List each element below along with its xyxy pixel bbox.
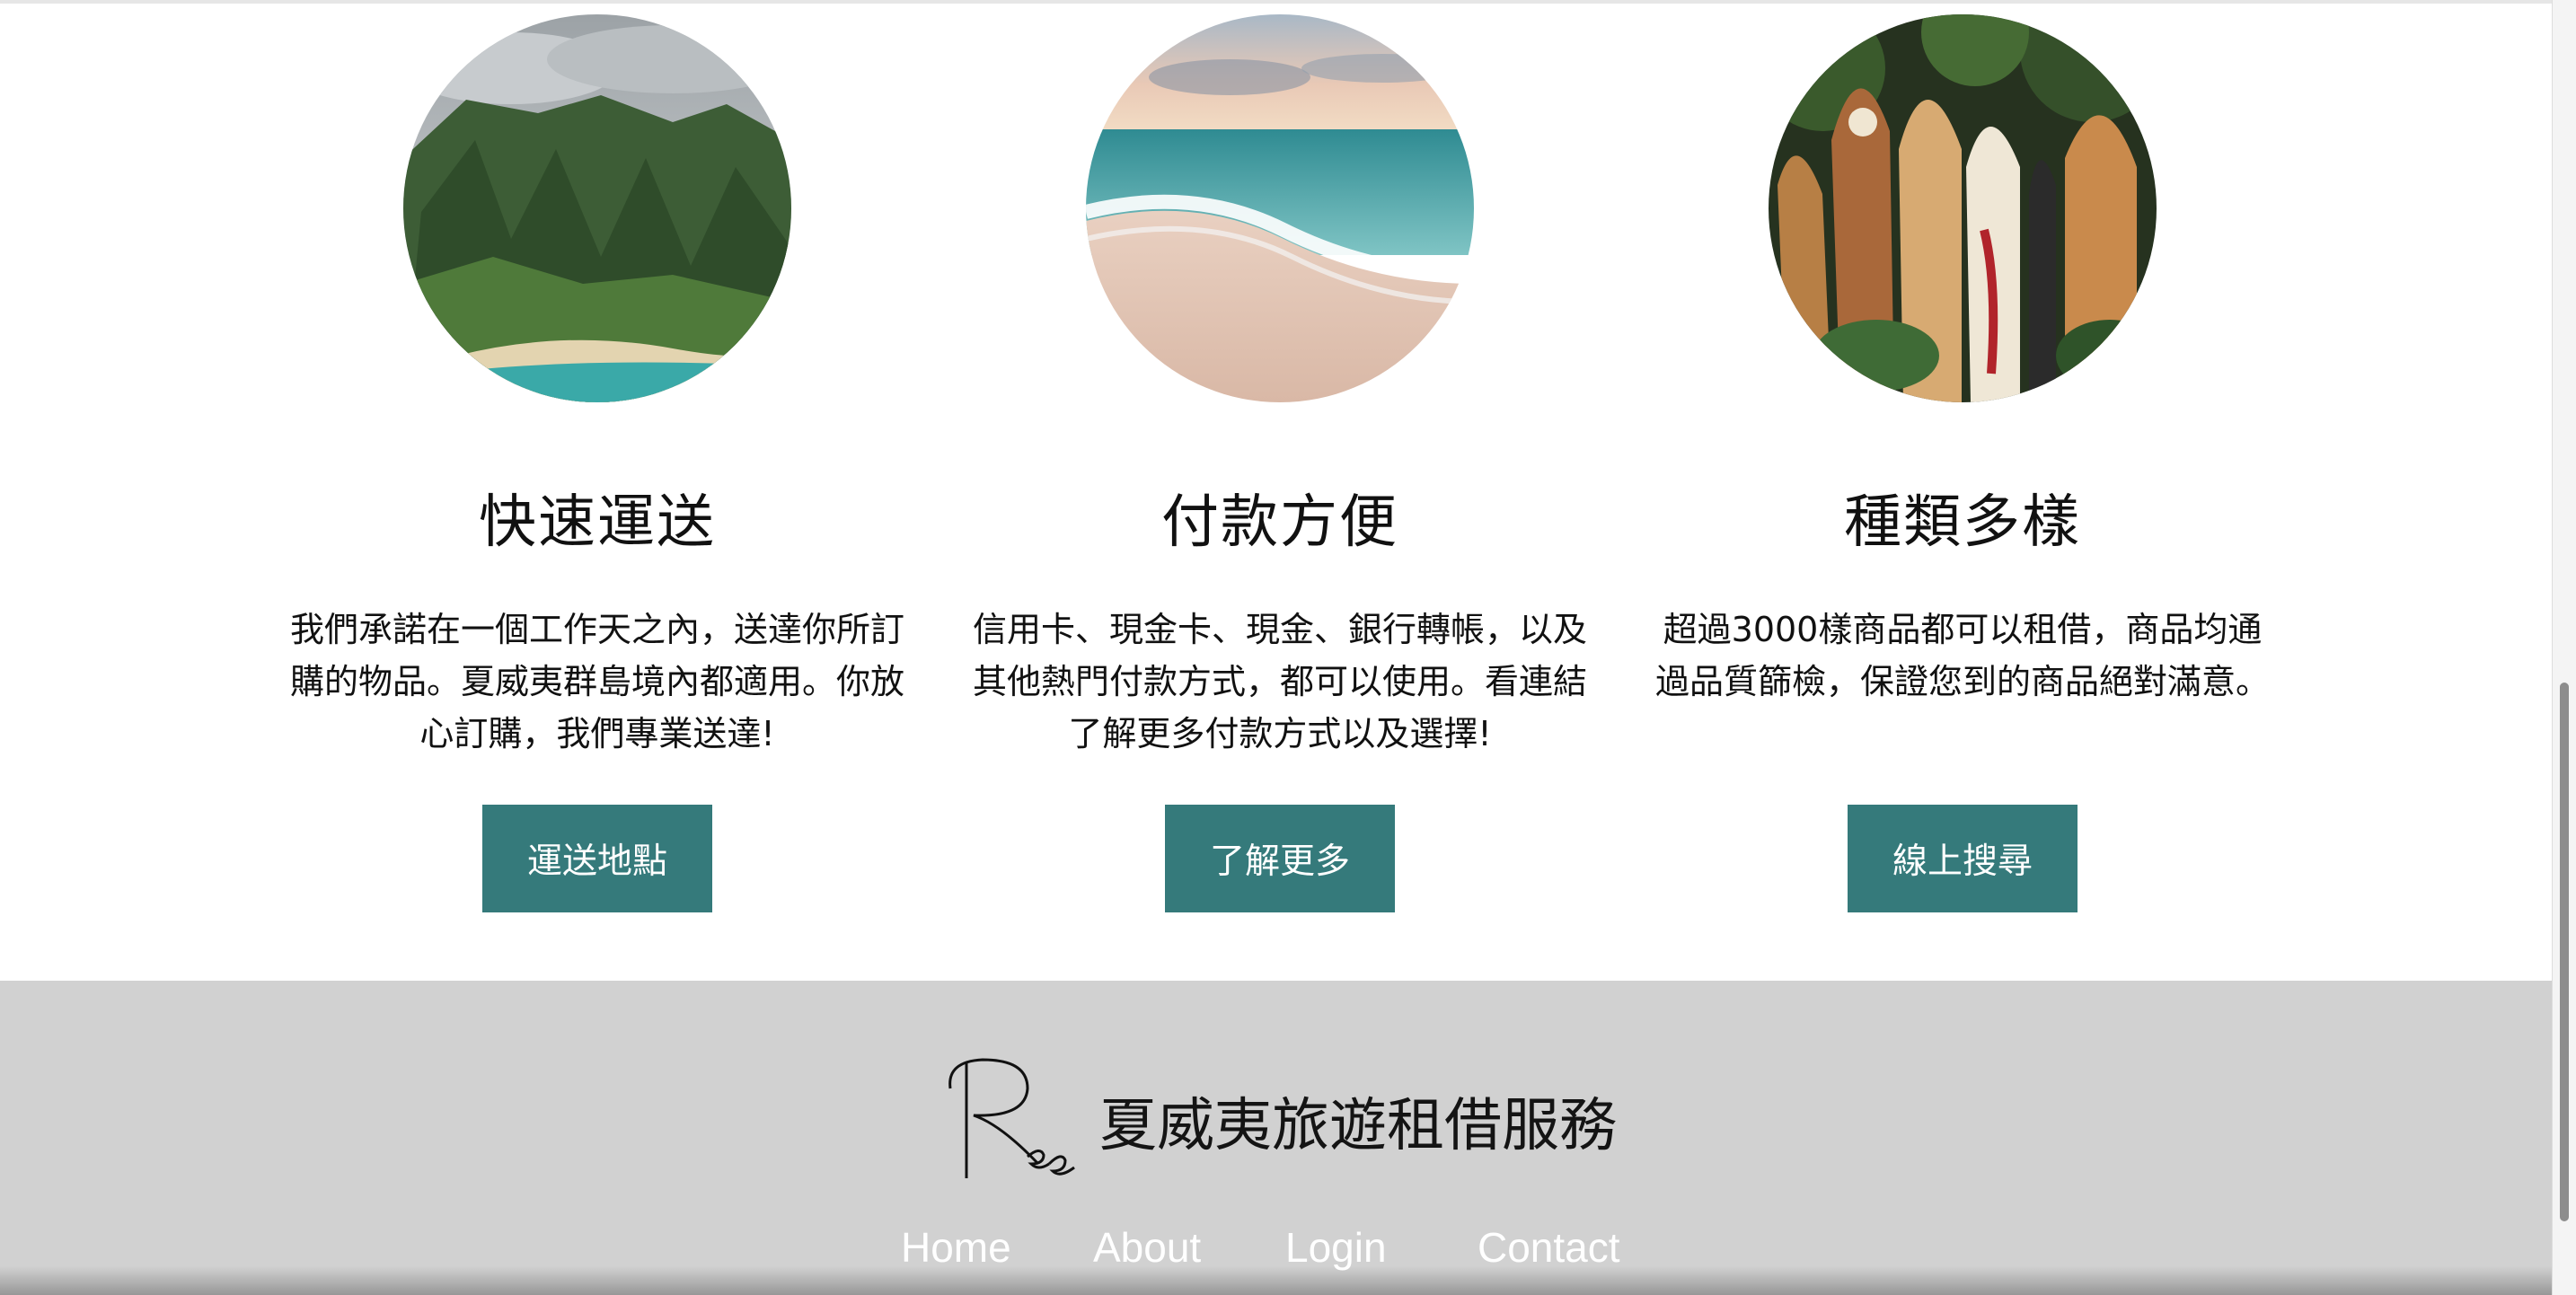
nav-link-home[interactable]: Home bbox=[901, 1223, 1011, 1272]
online-search-button[interactable]: 線上搜尋 bbox=[1848, 805, 2078, 912]
footer-brand: 夏威夷旅遊租借服務 bbox=[938, 1017, 1656, 1232]
feature-description: 信用卡、現金卡、現金、銀行轉帳，以及其他熱門付款方式，都可以使用。看連結了解更多… bbox=[972, 610, 1587, 753]
surfboards-image bbox=[1769, 14, 2157, 402]
feature-title: 付款方便 bbox=[1161, 489, 1398, 556]
feature-card-payment: 付款方便 信用卡、現金卡、現金、銀行轉帳，以及其他熱門付款方式，都可以使用。看連… bbox=[939, 0, 1621, 981]
beach-waves-image bbox=[1086, 14, 1474, 402]
scrollbar-thumb[interactable] bbox=[2560, 683, 2569, 1221]
delivery-locations-button[interactable]: 運送地點 bbox=[482, 805, 712, 912]
nav-link-contact[interactable]: Contact bbox=[1478, 1223, 1620, 1272]
brand-name: 夏威夷旅遊租借服務 bbox=[1099, 1093, 1617, 1159]
feature-title: 種類多樣 bbox=[1844, 489, 2081, 556]
feature-description: 我們承諾在一個工作天之內，送達你所訂購的物品。夏威夷群島境內都適用。你放心訂購，… bbox=[289, 610, 904, 753]
mountain-coast-image bbox=[403, 14, 791, 402]
feature-title: 快速運送 bbox=[479, 489, 716, 556]
nav-link-about[interactable]: About bbox=[1093, 1223, 1201, 1272]
vertical-scrollbar[interactable] bbox=[2552, 0, 2576, 1295]
ree-signature-logo-icon bbox=[938, 1053, 1081, 1187]
learn-more-button[interactable]: 了解更多 bbox=[1165, 805, 1395, 912]
footer-nav: Home About Login Contact bbox=[0, 1223, 2553, 1277]
nav-link-login[interactable]: Login bbox=[1285, 1223, 1387, 1272]
feature-card-delivery: 快速運送 我們承諾在一個工作天之內，送達你所訂購的物品。夏威夷群島境內都適用。你… bbox=[256, 0, 939, 981]
feature-description: 超過3000樣商品都可以租借，商品均通過品質篩檢，保證您到的商品絕對滿意。 bbox=[1654, 610, 2270, 701]
features-section: 快速運送 我們承諾在一個工作天之內，送達你所訂購的物品。夏威夷群島境內都適用。你… bbox=[0, 0, 2553, 981]
feature-card-variety: 種類多樣 超過3000樣商品都可以租借，商品均通過品質篩檢，保證您到的商品絕對滿… bbox=[1621, 0, 2304, 981]
